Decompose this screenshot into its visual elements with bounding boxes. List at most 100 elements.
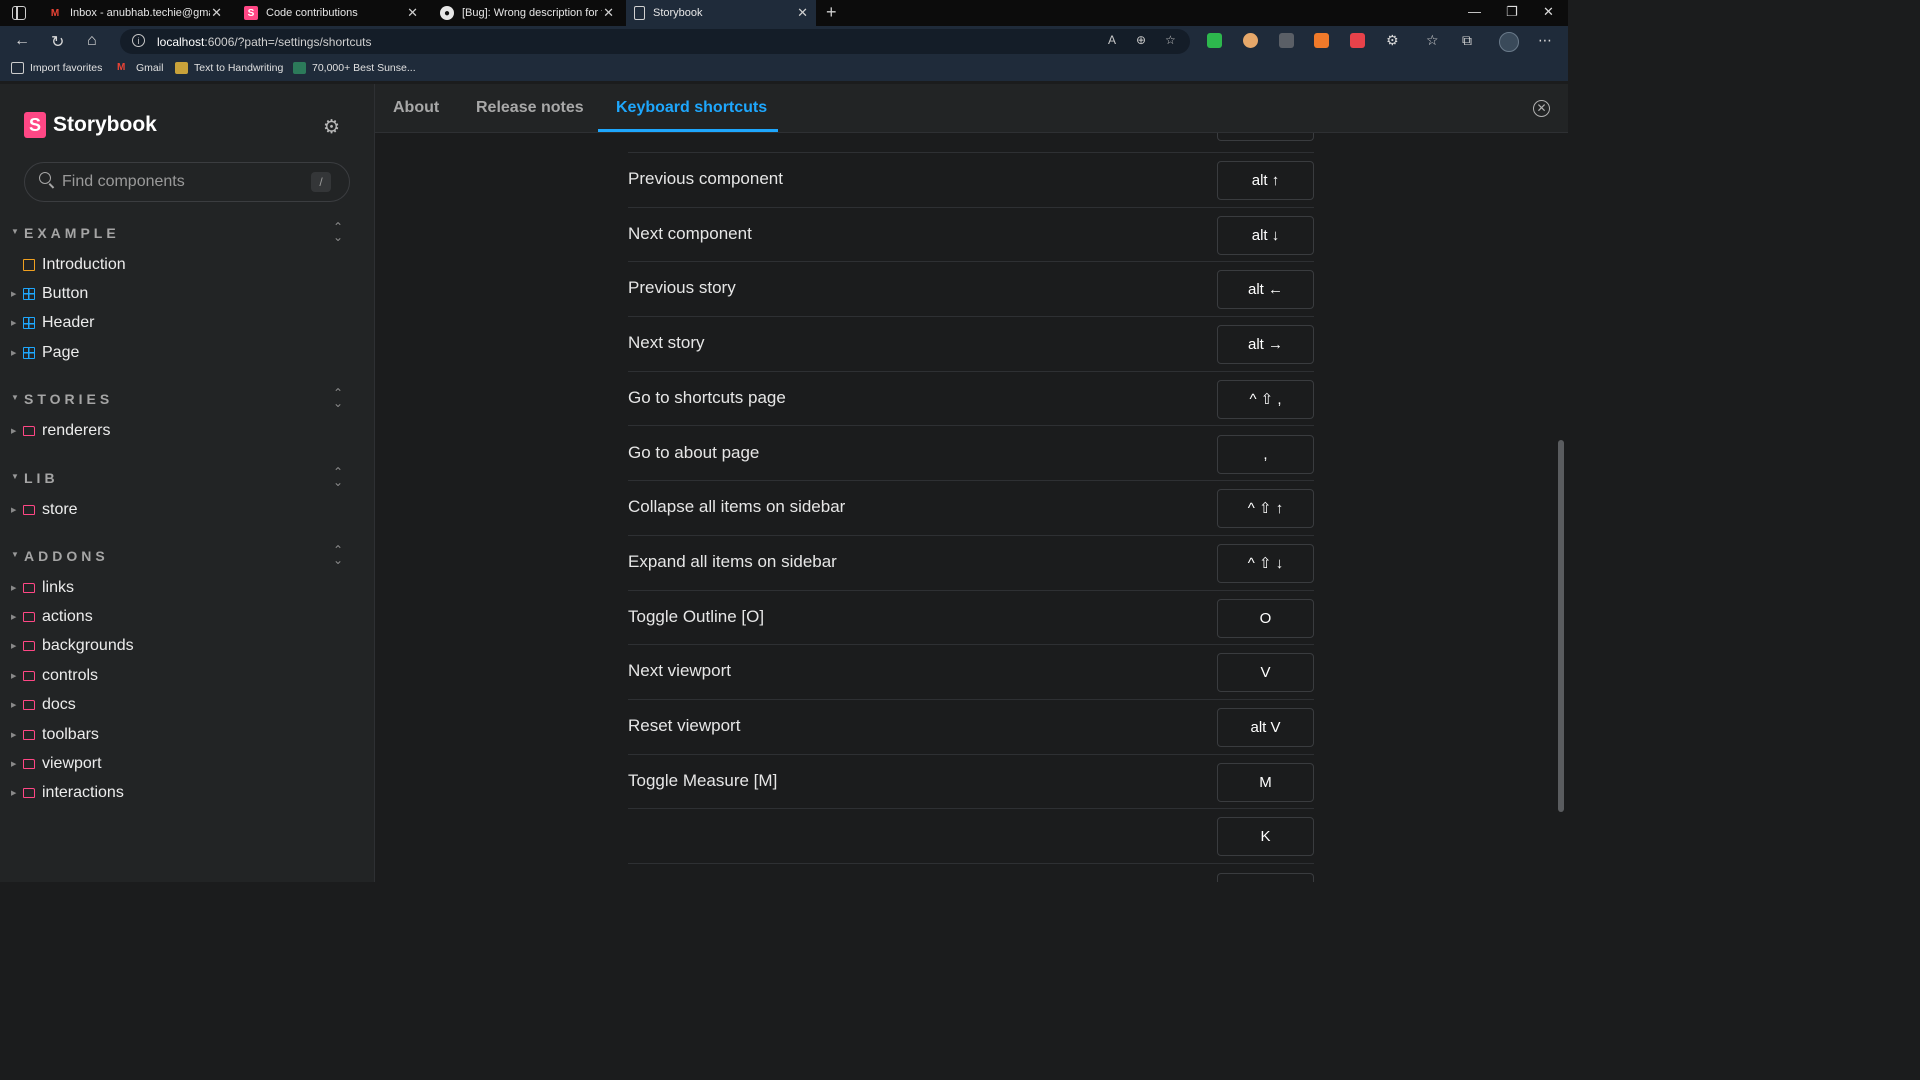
shortcut-key-input[interactable]: O: [1217, 598, 1314, 638]
group-header[interactable]: ▼ STORIES ⌃ ⌄: [0, 387, 374, 412]
shortcut-name: Next component: [628, 223, 752, 243]
address-url[interactable]: localhost:6006/?path=/settings/shortcuts: [157, 35, 371, 49]
bookmark-best-sunsets[interactable]: 70,000+ Best Sunse...: [293, 62, 416, 74]
extensions-puzzle-icon[interactable]: ⚙: [1386, 32, 1399, 49]
shortcut-key-input[interactable]: ^ ⇧ ,: [1217, 379, 1314, 419]
sidebar-item-interactions[interactable]: ▶ interactions: [0, 779, 374, 808]
site-info-icon[interactable]: i: [132, 34, 145, 47]
browser-tab-code-contributions[interactable]: S Code contributions ✕: [236, 0, 426, 26]
expand-collapse-icon[interactable]: ⌃ ⌄: [333, 466, 343, 488]
extension-icon[interactable]: [1279, 33, 1294, 48]
expand-collapse-icon[interactable]: ⌃ ⌄: [333, 544, 343, 566]
extension-icon[interactable]: [1350, 33, 1365, 48]
favorites-icon[interactable]: ☆: [1426, 32, 1439, 49]
shortcut-row: Previous component alt ↑: [628, 153, 1314, 208]
import-icon: [11, 62, 24, 74]
sidebar-item-viewport[interactable]: ▶ viewport: [0, 749, 374, 778]
close-window-icon[interactable]: ✕: [1543, 4, 1554, 20]
shortcut-name: Toggle Measure [M]: [628, 770, 778, 790]
extension-shield-icon[interactable]: [1207, 33, 1222, 48]
search-icon: [39, 172, 51, 184]
sidebar-item-header[interactable]: ▶ Header: [0, 309, 374, 338]
tab-keyboard-shortcuts[interactable]: Keyboard shortcuts: [616, 99, 767, 117]
search-input[interactable]: Find components /: [24, 162, 350, 202]
sidebar-item-controls[interactable]: ▶ controls: [0, 661, 374, 690]
folder-icon: [23, 700, 35, 711]
shortcut-key-input[interactable]: V: [1217, 653, 1314, 693]
tab-release-notes[interactable]: Release notes: [476, 99, 584, 117]
close-tab-icon[interactable]: ✕: [407, 5, 418, 21]
browser-tab-github[interactable]: ● [Bug]: Wrong description for tog ✕: [432, 0, 622, 26]
shortcut-key-input[interactable]: ,: [1217, 434, 1314, 474]
folder-icon: [23, 582, 35, 593]
address-bar[interactable]: i localhost:6006/?path=/settings/shortcu…: [120, 29, 1190, 54]
sidebar-group-lib: ▼ LIB ⌃ ⌄ ▶ store: [0, 466, 374, 524]
bookmarks-bar: Import favorites M Gmail Text to Handwrit…: [0, 57, 1568, 81]
zoom-icon[interactable]: ⊕: [1136, 33, 1146, 47]
shortcut-key-input[interactable]: alt V: [1217, 708, 1314, 747]
close-tab-icon[interactable]: ✕: [797, 5, 808, 21]
refresh-icon[interactable]: ↻: [51, 32, 64, 52]
shortcut-key-input[interactable]: alt ↑: [1217, 161, 1314, 200]
shortcut-key-input[interactable]: alt ↓: [1217, 215, 1314, 255]
bookmark-text-to-handwriting[interactable]: Text to Handwriting: [175, 62, 283, 74]
shortcut-key-input[interactable]: ^ ⇧ ↓: [1217, 543, 1314, 583]
close-tab-icon[interactable]: ✕: [211, 5, 222, 21]
sidebar-item-links[interactable]: ▶ links: [0, 573, 374, 602]
sidebar-item-introduction[interactable]: Introduction: [0, 250, 374, 279]
storybook-logo[interactable]: S Storybook: [24, 112, 157, 138]
folder-icon: [23, 641, 35, 652]
shortcut-key-input[interactable]: K: [1217, 817, 1314, 857]
shortcut-key-input[interactable]: alt →: [1217, 325, 1314, 365]
collections-icon[interactable]: ⧉: [1462, 32, 1472, 49]
add-favorite-icon[interactable]: ☆: [1165, 33, 1176, 47]
item-label: viewport: [42, 755, 102, 773]
sidebar-item-renderers[interactable]: ▶ renderers: [0, 416, 374, 445]
browser-tab-gmail[interactable]: M Inbox - anubhab.techie@gmail.c ✕: [40, 0, 230, 26]
shortcut-key-input[interactable]: M: [1217, 762, 1314, 802]
tab-title: [Bug]: Wrong description for tog: [462, 7, 602, 19]
scrollbar-thumb[interactable]: [1558, 440, 1564, 812]
settings-panel: About Release notes Keyboard shortcuts ✕…: [375, 84, 1568, 882]
close-tab-icon[interactable]: ✕: [603, 5, 614, 21]
read-aloud-icon[interactable]: A: [1108, 33, 1116, 47]
shortcut-key-input[interactable]: alt ←: [1217, 270, 1314, 310]
sidebar-item-toolbars[interactable]: ▶ toolbars: [0, 720, 374, 749]
sidebar-item-docs[interactable]: ▶ docs: [0, 691, 374, 720]
group-header[interactable]: ▼ LIB ⌃ ⌄: [0, 466, 374, 491]
profile-avatar[interactable]: [1499, 32, 1519, 52]
item-label: toolbars: [42, 725, 99, 743]
more-options-icon[interactable]: ⋯: [1538, 32, 1552, 49]
doc-icon: [23, 258, 35, 271]
bookmark-import-favorites[interactable]: Import favorites: [11, 62, 102, 74]
sidebar-item-button[interactable]: ▶ Button: [0, 279, 374, 308]
back-icon[interactable]: ←: [14, 32, 30, 50]
caret-down-icon: ▼: [11, 550, 19, 559]
sidebar-item-page[interactable]: ▶ Page: [0, 338, 374, 367]
shortcut-key-input[interactable]: ^ ⇧ ↑: [1217, 489, 1314, 529]
handwriting-icon: [175, 62, 188, 74]
browser-tab-storybook[interactable]: Storybook ✕: [626, 0, 816, 26]
restore-icon[interactable]: ❐: [1506, 4, 1518, 20]
bookmark-gmail[interactable]: M Gmail: [117, 62, 163, 74]
settings-gear-icon[interactable]: ⚙: [323, 116, 340, 139]
sidebar-item-backgrounds[interactable]: ▶ backgrounds: [0, 632, 374, 661]
extension-fox-icon[interactable]: [1314, 33, 1329, 48]
item-label: renderers: [42, 421, 111, 439]
expand-collapse-icon[interactable]: ⌃ ⌄: [333, 221, 343, 243]
tab-about[interactable]: About: [393, 99, 439, 117]
extension-icon[interactable]: [1243, 33, 1258, 48]
home-icon[interactable]: ⌂: [87, 32, 97, 50]
close-settings-icon[interactable]: ✕: [1533, 100, 1550, 117]
item-label: Header: [42, 314, 95, 332]
minimize-icon[interactable]: —: [1468, 4, 1481, 19]
expand-collapse-icon[interactable]: ⌃ ⌄: [333, 387, 343, 409]
tab-actions-icon[interactable]: [12, 6, 26, 20]
sidebar-item-actions[interactable]: ▶ actions: [0, 602, 374, 631]
new-tab-icon[interactable]: +: [826, 2, 837, 23]
group-header[interactable]: ▼ EXAMPLE ⌃ ⌄: [0, 221, 374, 246]
group-header[interactable]: ▼ ADDONS ⌃ ⌄: [0, 544, 374, 569]
bookmark-label: Gmail: [136, 62, 164, 74]
folder-icon: [23, 670, 35, 681]
sidebar-item-store[interactable]: ▶ store: [0, 495, 374, 524]
